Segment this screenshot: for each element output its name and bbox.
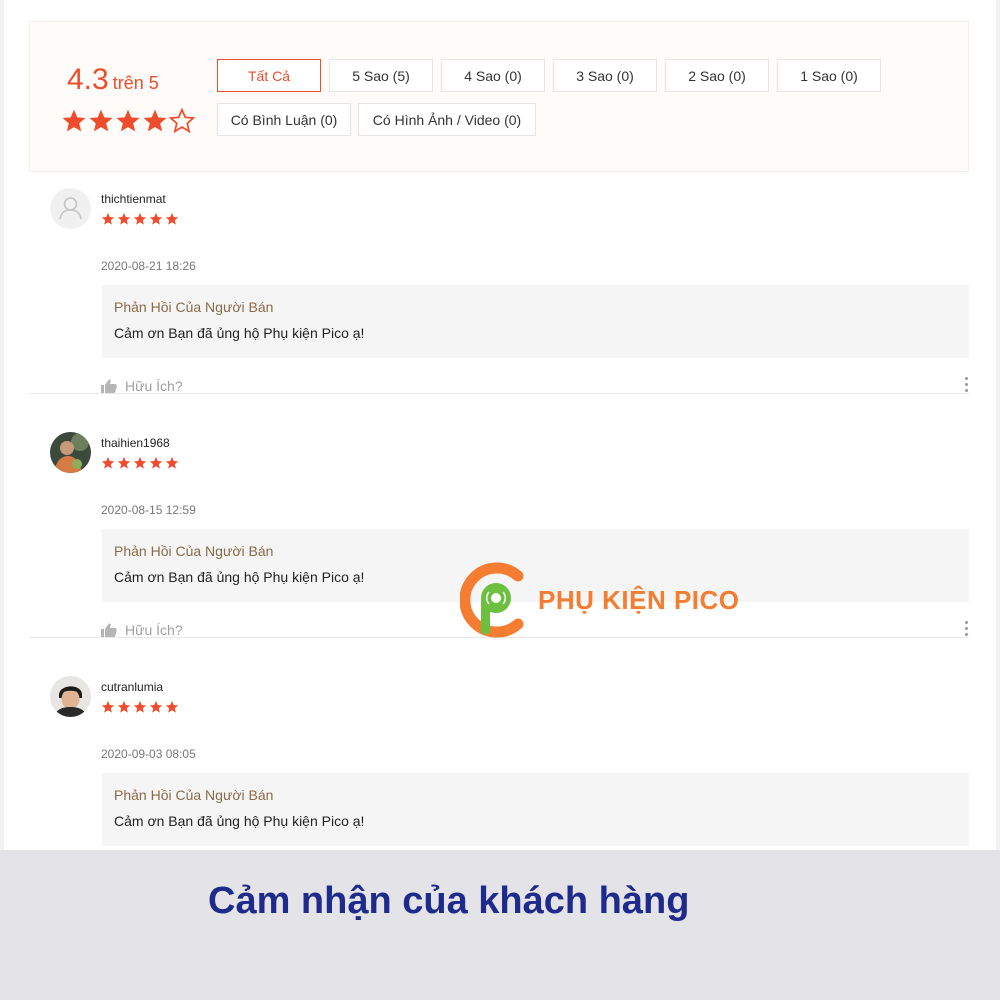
user-photo-icon — [50, 676, 91, 717]
default-user-icon — [59, 197, 82, 220]
star-filled-icon — [143, 109, 167, 132]
filter-4-star-button[interactable]: 4 Sao (0) — [441, 59, 545, 92]
star-filled-icon — [117, 700, 131, 713]
thumbs-up-icon — [101, 623, 117, 637]
rating-score: 4.3 trên 5 — [67, 63, 159, 97]
star-filled-icon — [165, 456, 179, 469]
helpful-button[interactable]: Hữu Ích? — [101, 378, 183, 394]
review-timestamp: 2020-08-15 12:59 — [101, 503, 196, 517]
filter-3-star-button[interactable]: 3 Sao (0) — [553, 59, 657, 92]
review-username[interactable]: thaihien1968 — [101, 436, 170, 450]
reviews-page: 4.3 trên 5 Tất Cả 5 Sao (5) 4 Sao (0) 3 S… — [0, 0, 1000, 1000]
review-timestamp: 2020-08-21 18:26 — [101, 259, 196, 273]
review-star-rating — [101, 212, 181, 226]
pico-logo-icon — [460, 562, 524, 638]
helpful-button[interactable]: Hữu Ích? — [101, 622, 183, 638]
brand-watermark: PHỤ KIỆN PICO — [460, 560, 740, 640]
filter-1-star-button[interactable]: 1 Sao (0) — [777, 59, 881, 92]
seller-reply-text: Cảm ơn Bạn đã ủng hộ Phụ kiện Pico ạ! — [114, 325, 365, 341]
star-filled-icon — [149, 456, 163, 469]
filter-with-media-button[interactable]: Có Hình Ảnh / Video (0) — [358, 103, 536, 136]
filter-5-star-button[interactable]: 5 Sao (5) — [329, 59, 433, 92]
filter-with-comment-button[interactable]: Có Bình Luận (0) — [217, 103, 351, 136]
rating-score-value: 4.3 — [67, 63, 109, 96]
star-outline-icon — [169, 108, 195, 134]
star-filled-icon — [133, 700, 147, 713]
review-divider — [29, 393, 969, 394]
review-item: thichtienmat 2020-08-21 18:26 Phản Hồi C… — [29, 172, 969, 394]
seller-reply: Phản Hồi Của Người Bán Cảm ơn Bạn đã ủng… — [102, 285, 969, 358]
review-username[interactable]: thichtienmat — [101, 192, 166, 206]
review-star-rating — [101, 456, 181, 470]
user-photo-icon — [50, 432, 91, 473]
review-star-rating — [101, 700, 181, 714]
star-filled-icon — [62, 109, 86, 132]
star-filled-icon — [116, 109, 140, 132]
star-filled-icon — [101, 700, 115, 713]
star-filled-icon — [133, 456, 147, 469]
avatar[interactable] — [50, 676, 91, 717]
caption-title: Cảm nhận của khách hàng — [208, 880, 690, 922]
seller-reply-title: Phản Hồi Của Người Bán — [114, 787, 274, 803]
overall-star-rating — [61, 108, 196, 134]
star-filled-icon — [149, 700, 163, 713]
rating-overview: 4.3 trên 5 Tất Cả 5 Sao (5) 4 Sao (0) 3 S… — [29, 21, 969, 172]
star-filled-icon — [165, 700, 179, 713]
star-filled-icon — [165, 212, 179, 225]
avatar[interactable] — [50, 188, 91, 229]
review-username[interactable]: cutranlumia — [101, 680, 163, 694]
helpful-label: Hữu Ích? — [125, 622, 183, 638]
star-filled-icon — [101, 456, 115, 469]
seller-reply-text: Cảm ơn Bạn đã ủng hộ Phụ kiện Pico ạ! — [114, 813, 365, 829]
star-filled-icon — [149, 212, 163, 225]
star-filled-icon — [133, 212, 147, 225]
star-filled-icon — [89, 109, 113, 132]
review-item: cutranlumia 2020-09-03 08:05 Phản Hồi Củ… — [29, 660, 969, 850]
panel-edge-left — [0, 0, 4, 850]
helpful-label: Hữu Ích? — [125, 378, 183, 394]
panel-edge-right — [996, 0, 1000, 850]
avatar[interactable] — [50, 432, 91, 473]
thumbs-up-icon — [101, 379, 117, 393]
star-filled-icon — [101, 212, 115, 225]
seller-reply-title: Phản Hồi Của Người Bán — [114, 299, 274, 315]
seller-reply-title: Phản Hồi Của Người Bán — [114, 543, 274, 559]
filter-2-star-button[interactable]: 2 Sao (0) — [665, 59, 769, 92]
review-timestamp: 2020-09-03 08:05 — [101, 747, 196, 761]
rating-score-unit: trên 5 — [112, 73, 159, 93]
filter-all-button[interactable]: Tất Cả — [217, 59, 321, 92]
watermark-text: PHỤ KIỆN PICO — [538, 584, 740, 615]
star-filled-icon — [117, 456, 131, 469]
star-filled-icon — [117, 212, 131, 225]
seller-reply: Phản Hồi Của Người Bán Cảm ơn Bạn đã ủng… — [102, 773, 969, 846]
caption-banner: Cảm nhận của khách hàng — [0, 850, 1000, 1000]
